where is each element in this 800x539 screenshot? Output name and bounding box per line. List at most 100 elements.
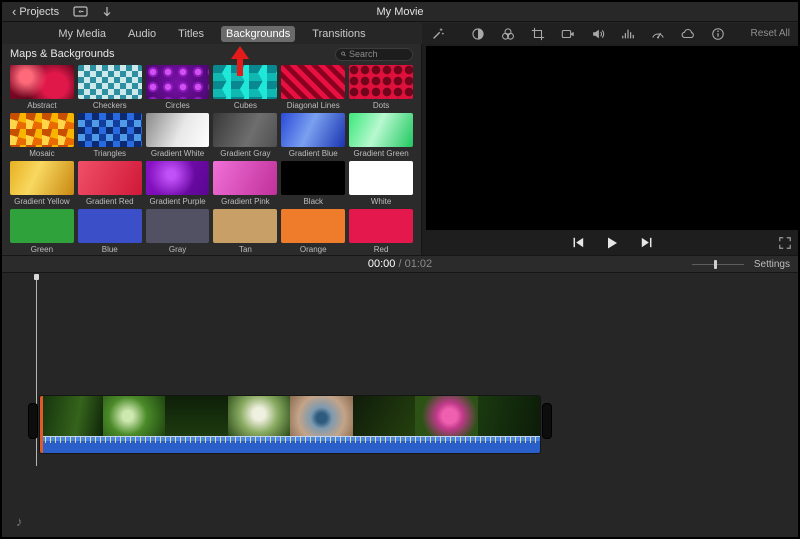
background-label: Orange xyxy=(299,245,327,254)
video-clip[interactable] xyxy=(40,396,540,453)
background-item-gradient-purple[interactable]: Gradient Purple xyxy=(145,161,210,206)
tab-my-media[interactable]: My Media xyxy=(53,26,111,42)
background-thumbnail[interactable] xyxy=(145,113,210,147)
browser-header: Maps & Backgrounds xyxy=(2,44,421,62)
timeline: ♪ xyxy=(2,274,798,537)
film-frame xyxy=(40,396,103,436)
search-box[interactable] xyxy=(335,47,413,61)
background-thumbnail[interactable] xyxy=(77,65,142,99)
play-button[interactable] xyxy=(603,234,621,252)
background-item-diagonal-lines[interactable]: Diagonal Lines xyxy=(281,65,346,110)
background-thumbnail[interactable] xyxy=(349,65,413,99)
skip-forward-button[interactable] xyxy=(637,234,655,252)
back-label: Projects xyxy=(19,5,60,18)
current-time: 00:00 xyxy=(367,258,396,270)
background-thumbnail[interactable] xyxy=(10,161,74,195)
background-item-gradient-white[interactable]: Gradient White xyxy=(145,113,210,158)
background-thumbnail[interactable] xyxy=(349,209,413,243)
background-item-triangles[interactable]: Triangles xyxy=(77,113,142,158)
background-thumbnail[interactable] xyxy=(281,209,346,243)
tab-titles[interactable]: Titles xyxy=(173,26,209,42)
background-item-red[interactable]: Red xyxy=(349,209,413,254)
background-item-tan[interactable]: Tan xyxy=(213,209,278,254)
zoom-slider-thumb[interactable] xyxy=(713,259,717,269)
background-label: Mosaic xyxy=(29,149,55,158)
clip-trim-handle-left[interactable] xyxy=(29,404,37,438)
fullscreen-icon[interactable] xyxy=(778,236,792,250)
speed-icon[interactable] xyxy=(650,26,666,42)
clip-audio-waveform xyxy=(40,436,540,453)
background-item-orange[interactable]: Orange xyxy=(281,209,346,254)
film-frame xyxy=(352,396,415,436)
background-thumbnail[interactable] xyxy=(145,65,210,99)
arrow-stem xyxy=(237,59,243,76)
playhead-handle[interactable] xyxy=(34,274,39,280)
background-label: Green xyxy=(30,245,54,254)
background-item-gradient-yellow[interactable]: Gradient Yellow xyxy=(10,161,74,206)
background-label: Gradient Purple xyxy=(149,197,206,206)
time-display: 00:00 / 01:02 xyxy=(2,258,798,270)
tab-audio[interactable]: Audio xyxy=(123,26,161,42)
background-thumbnail[interactable] xyxy=(281,65,346,99)
info-icon[interactable] xyxy=(710,26,726,42)
background-thumbnail[interactable] xyxy=(213,209,278,243)
background-thumbnail[interactable] xyxy=(349,113,413,147)
reset-all-button[interactable]: Reset All xyxy=(751,28,790,39)
background-label: Gradient Blue xyxy=(288,149,338,158)
volume-icon[interactable] xyxy=(590,26,606,42)
background-thumbnail[interactable] xyxy=(145,161,210,195)
tab-bar: My Media Audio Titles Backgrounds Transition… xyxy=(2,23,422,44)
zoom-slider[interactable] xyxy=(691,259,744,269)
download-arrow-icon[interactable] xyxy=(102,6,112,18)
tab-transitions[interactable]: Transitions xyxy=(307,26,370,42)
content-browser: Maps & Backgrounds Abstract Checkers Circl… xyxy=(2,44,422,255)
color-correction-icon[interactable] xyxy=(500,26,516,42)
effects-icon[interactable] xyxy=(680,26,696,42)
background-item-black[interactable]: Black xyxy=(281,161,346,206)
titlebar-left: ‹ Projects xyxy=(2,5,222,18)
background-thumbnail[interactable] xyxy=(145,209,210,243)
background-thumbnail[interactable] xyxy=(281,113,346,147)
background-thumbnail[interactable] xyxy=(281,161,346,195)
background-item-gradient-blue[interactable]: Gradient Blue xyxy=(281,113,346,158)
search-input[interactable] xyxy=(349,49,407,59)
background-thumbnail[interactable] xyxy=(10,113,74,147)
clip-trim-handle-right[interactable] xyxy=(543,404,551,438)
background-thumbnail[interactable] xyxy=(77,209,142,243)
background-item-abstract[interactable]: Abstract xyxy=(10,65,74,110)
background-thumbnail[interactable] xyxy=(349,161,413,195)
background-thumbnail[interactable] xyxy=(213,113,278,147)
background-item-gradient-pink[interactable]: Gradient Pink xyxy=(213,161,278,206)
background-item-green[interactable]: Green xyxy=(10,209,74,254)
background-item-gray[interactable]: Gray xyxy=(145,209,210,254)
playhead[interactable] xyxy=(34,274,39,466)
background-item-gradient-gray[interactable]: Gradient Gray xyxy=(213,113,278,158)
settings-button[interactable]: Settings xyxy=(754,259,790,270)
magic-wand-icon[interactable] xyxy=(430,26,446,42)
tab-backgrounds[interactable]: Backgrounds xyxy=(221,25,296,42)
background-item-blue[interactable]: Blue xyxy=(77,209,142,254)
crop-icon[interactable] xyxy=(530,26,546,42)
color-balance-icon[interactable] xyxy=(470,26,486,42)
stabilization-icon[interactable] xyxy=(560,26,576,42)
backgrounds-grid: Abstract Checkers Circles Cubes Diagonal Lin… xyxy=(2,62,421,257)
background-thumbnail[interactable] xyxy=(213,161,278,195)
import-media-icon[interactable] xyxy=(73,5,88,18)
noise-reduction-icon[interactable] xyxy=(620,26,636,42)
back-to-projects-button[interactable]: ‹ Projects xyxy=(12,5,60,18)
background-thumbnail[interactable] xyxy=(77,113,142,147)
timeline-toolbar: 00:00 / 01:02 Settings xyxy=(2,255,798,273)
preview-viewer xyxy=(426,46,798,230)
background-item-gradient-red[interactable]: Gradient Red xyxy=(77,161,142,206)
background-item-white[interactable]: White xyxy=(349,161,413,206)
background-item-checkers[interactable]: Checkers xyxy=(77,65,142,110)
background-item-gradient-green[interactable]: Gradient Green xyxy=(349,113,413,158)
background-thumbnail[interactable] xyxy=(10,209,74,243)
background-item-dots[interactable]: Dots xyxy=(349,65,413,110)
film-frame xyxy=(415,396,478,436)
background-thumbnail[interactable] xyxy=(10,65,74,99)
skip-back-button[interactable] xyxy=(569,234,587,252)
background-thumbnail[interactable] xyxy=(77,161,142,195)
background-item-mosaic[interactable]: Mosaic xyxy=(10,113,74,158)
background-item-circles[interactable]: Circles xyxy=(145,65,210,110)
